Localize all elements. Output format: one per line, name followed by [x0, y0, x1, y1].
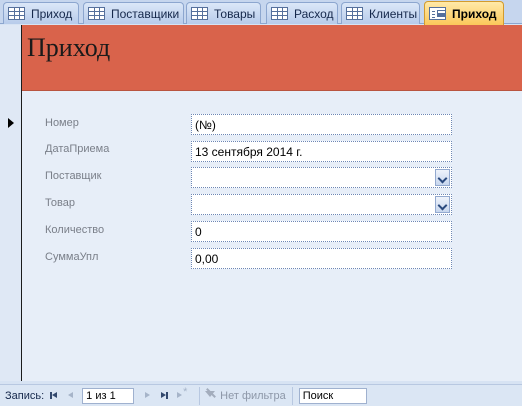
table-icon — [346, 7, 363, 20]
label-kolichestvo: Количество — [45, 224, 105, 236]
nomer-field[interactable]: (№) — [191, 114, 452, 135]
tab-tovary[interactable]: Товары — [186, 2, 261, 24]
tab-label: Клиенты — [369, 6, 418, 21]
first-record-icon[interactable] — [46, 388, 61, 403]
label-postavshchik: Поставщик — [45, 170, 102, 182]
record-position-input[interactable]: 1 из 1 — [82, 387, 135, 404]
postavshchik-combo[interactable] — [191, 167, 452, 188]
search-input[interactable]: Поиск — [298, 387, 367, 404]
label-data-priema: ДатаПриема — [45, 143, 110, 155]
label-summa-upl: СуммаУпл — [45, 251, 99, 263]
tab-klienty[interactable]: Клиенты — [341, 2, 420, 24]
table-icon — [88, 7, 105, 20]
document-tab-strip: Приход Поставщики Товары Расход Клиенты … — [0, 0, 522, 25]
form-header: Приход — [0, 25, 522, 91]
filter-off-icon — [204, 390, 216, 402]
chevron-down-icon[interactable] — [435, 196, 450, 213]
tab-label: Приход — [31, 6, 73, 21]
tab-raskhod[interactable]: Расход — [266, 2, 338, 24]
tab-label: Приход — [452, 6, 497, 21]
tab-label: Расход — [294, 6, 334, 21]
chevron-down-icon[interactable] — [435, 169, 450, 186]
previous-record-icon[interactable] — [63, 388, 78, 403]
table-icon — [271, 7, 288, 20]
table-icon — [8, 7, 25, 20]
tovar-combo[interactable] — [191, 194, 452, 215]
form-title: Приход — [27, 33, 111, 62]
tab-prihod-form[interactable]: Приход — [424, 1, 504, 25]
last-record-icon[interactable] — [157, 388, 172, 403]
tab-label: Товары — [214, 6, 256, 21]
kolichestvo-field[interactable]: 0 — [191, 221, 452, 242]
record-navigation-bar: Запись: 1 из 1 Нет фильтра Поиск — [0, 384, 522, 406]
current-record-arrow-icon — [8, 118, 14, 128]
tab-label: Поставщики — [111, 6, 180, 21]
filter-toggle-button[interactable]: Нет фильтра — [199, 386, 293, 405]
tab-postavshchiki[interactable]: Поставщики — [83, 2, 184, 24]
filter-label: Нет фильтра — [220, 389, 286, 402]
data-priema-field[interactable]: 13 сентября 2014 г. — [191, 141, 452, 162]
next-record-icon[interactable] — [140, 388, 155, 403]
label-nomer: Номер — [45, 117, 79, 129]
table-icon — [191, 7, 208, 20]
summa-upl-field[interactable]: 0,00 — [191, 248, 452, 269]
tab-prihod-table[interactable]: Приход — [3, 2, 79, 24]
label-tovar: Товар — [45, 197, 75, 209]
record-selector[interactable] — [0, 25, 22, 381]
record-label: Запись: — [5, 389, 45, 402]
new-record-icon[interactable] — [174, 386, 189, 403]
form-icon — [429, 7, 446, 20]
